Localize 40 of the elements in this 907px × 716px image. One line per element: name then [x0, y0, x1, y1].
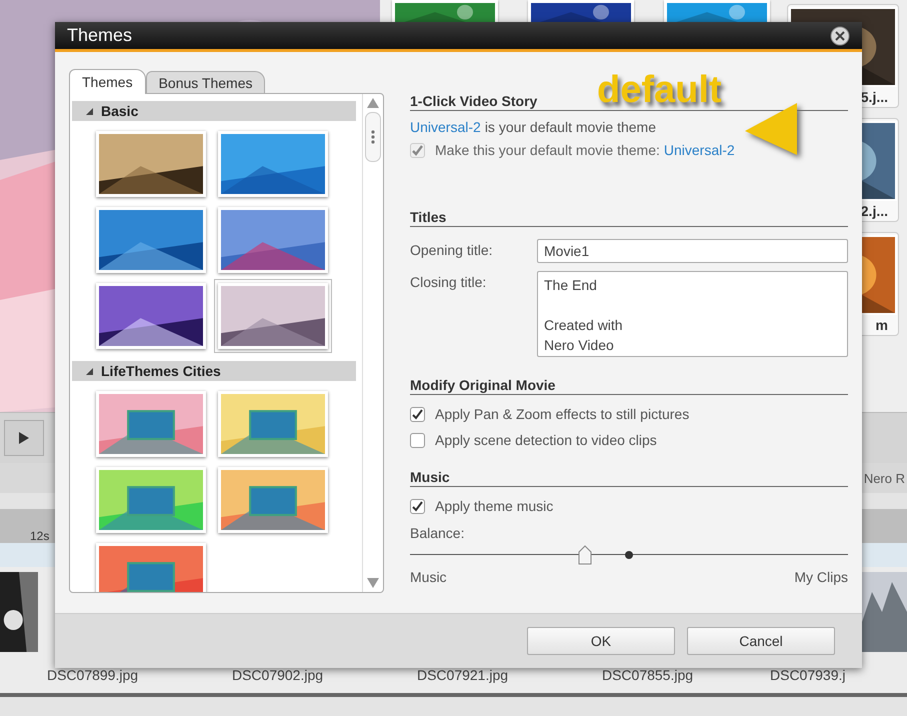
- file-name: DSC07855.jpg: [600, 667, 694, 683]
- status-text: is your default movie theme: [484, 119, 656, 135]
- section-heading: Music: [410, 461, 848, 487]
- input-field[interactable]: Movie1: [537, 239, 848, 263]
- arrow-icon: [743, 101, 799, 157]
- file-name: DSC07921.jpg: [416, 667, 510, 683]
- slider-min-label: Music: [410, 569, 447, 585]
- field-label: Closing title:: [410, 273, 488, 292]
- file-name: DSC07902.jpg: [230, 667, 324, 683]
- file-name: 5.j...: [860, 89, 888, 105]
- center-marker-icon: [625, 551, 633, 559]
- slider-thumb[interactable]: [578, 545, 592, 565]
- scroll-down-icon[interactable]: [367, 578, 379, 588]
- checkbox[interactable]: [410, 406, 425, 422]
- balance-slider[interactable]: [410, 545, 848, 565]
- cancel-button[interactable]: Cancel: [687, 627, 835, 655]
- file-name: DSC07899.jpg: [46, 667, 140, 683]
- option-label: Apply theme music: [435, 498, 554, 514]
- play-button[interactable]: [4, 420, 44, 456]
- annotation-text: default: [597, 70, 722, 110]
- checkbox[interactable]: [410, 432, 425, 448]
- file-name: 2.j...: [860, 203, 888, 219]
- close-icon[interactable]: [830, 26, 850, 46]
- text-area[interactable]: The End Created with Nero Video: [537, 271, 848, 357]
- play-icon: [19, 432, 29, 444]
- option-label: Make this your default movie theme:: [435, 142, 660, 158]
- file-name: DSC07939.j: [770, 667, 846, 683]
- timeline-mark: 12s: [30, 529, 50, 543]
- file-name: m: [876, 317, 888, 333]
- section-heading: Modify Original Movie: [410, 369, 848, 395]
- theme-link[interactable]: Universal-2: [410, 119, 481, 135]
- field-label: Opening title:: [410, 241, 494, 260]
- panel-tab[interactable]: Nero R: [864, 470, 905, 486]
- option-label: Apply scene detection to video clips: [435, 432, 657, 448]
- checkbox[interactable]: [410, 498, 425, 514]
- slider-max-label: My Clips: [794, 569, 848, 585]
- slider-label: Balance:: [410, 525, 466, 541]
- option-label: Apply Pan & Zoom effects to still pictures: [435, 406, 690, 422]
- section-heading: Titles: [410, 201, 848, 227]
- ok-button[interactable]: OK: [527, 627, 675, 655]
